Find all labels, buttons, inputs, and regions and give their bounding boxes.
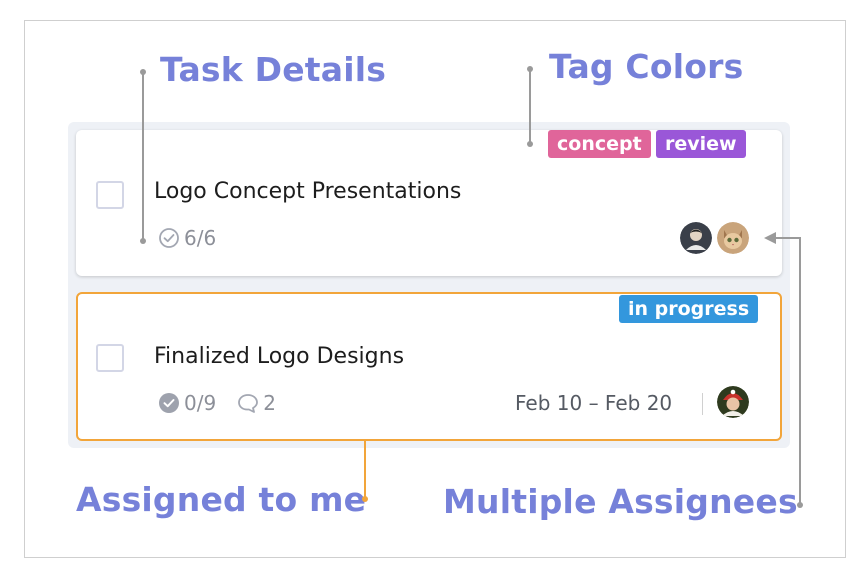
tag-concept[interactable]: concept	[548, 130, 651, 158]
subtask-count-label: 0/9	[184, 391, 217, 415]
date-range[interactable]: Feb 10 – Feb 20	[515, 391, 672, 415]
comment-count-label: 2	[263, 391, 276, 415]
callout-line	[529, 69, 531, 144]
task-title[interactable]: Logo Concept Presentations	[154, 179, 461, 204]
tag-review[interactable]: review	[656, 130, 746, 158]
task-checkbox[interactable]	[96, 344, 124, 372]
task-checkbox[interactable]	[96, 181, 124, 209]
arrow-left-icon	[764, 232, 776, 244]
callout-tag-colors: Tag Colors	[549, 47, 744, 86]
callout-multiple-assignees: Multiple Assignees	[443, 482, 798, 521]
callout-line	[774, 237, 801, 239]
subtask-count-label: 6/6	[184, 226, 217, 250]
comment-icon	[236, 392, 260, 414]
callout-dot	[140, 238, 146, 244]
avatar-person-icon[interactable]	[717, 386, 749, 418]
subtask-count: 0/9 2	[158, 391, 276, 415]
avatar-person-icon[interactable]	[680, 222, 712, 254]
subtask-count: 6/6	[158, 226, 216, 250]
avatar-cat-icon[interactable]	[717, 222, 749, 254]
tag-in-progress[interactable]: in progress	[619, 295, 759, 323]
callout-dot	[527, 141, 533, 147]
callout-line	[364, 441, 366, 499]
check-circle-icon	[158, 227, 180, 249]
callout-dot	[362, 496, 368, 502]
divider	[702, 393, 703, 415]
task-title[interactable]: Finalized Logo Designs	[154, 344, 404, 369]
callout-assigned-to-me: Assigned to me	[76, 480, 367, 519]
callout-task-details: Task Details	[160, 50, 387, 89]
callout-line	[799, 238, 801, 505]
callout-line	[142, 72, 144, 242]
check-circle-filled-icon	[158, 392, 180, 414]
